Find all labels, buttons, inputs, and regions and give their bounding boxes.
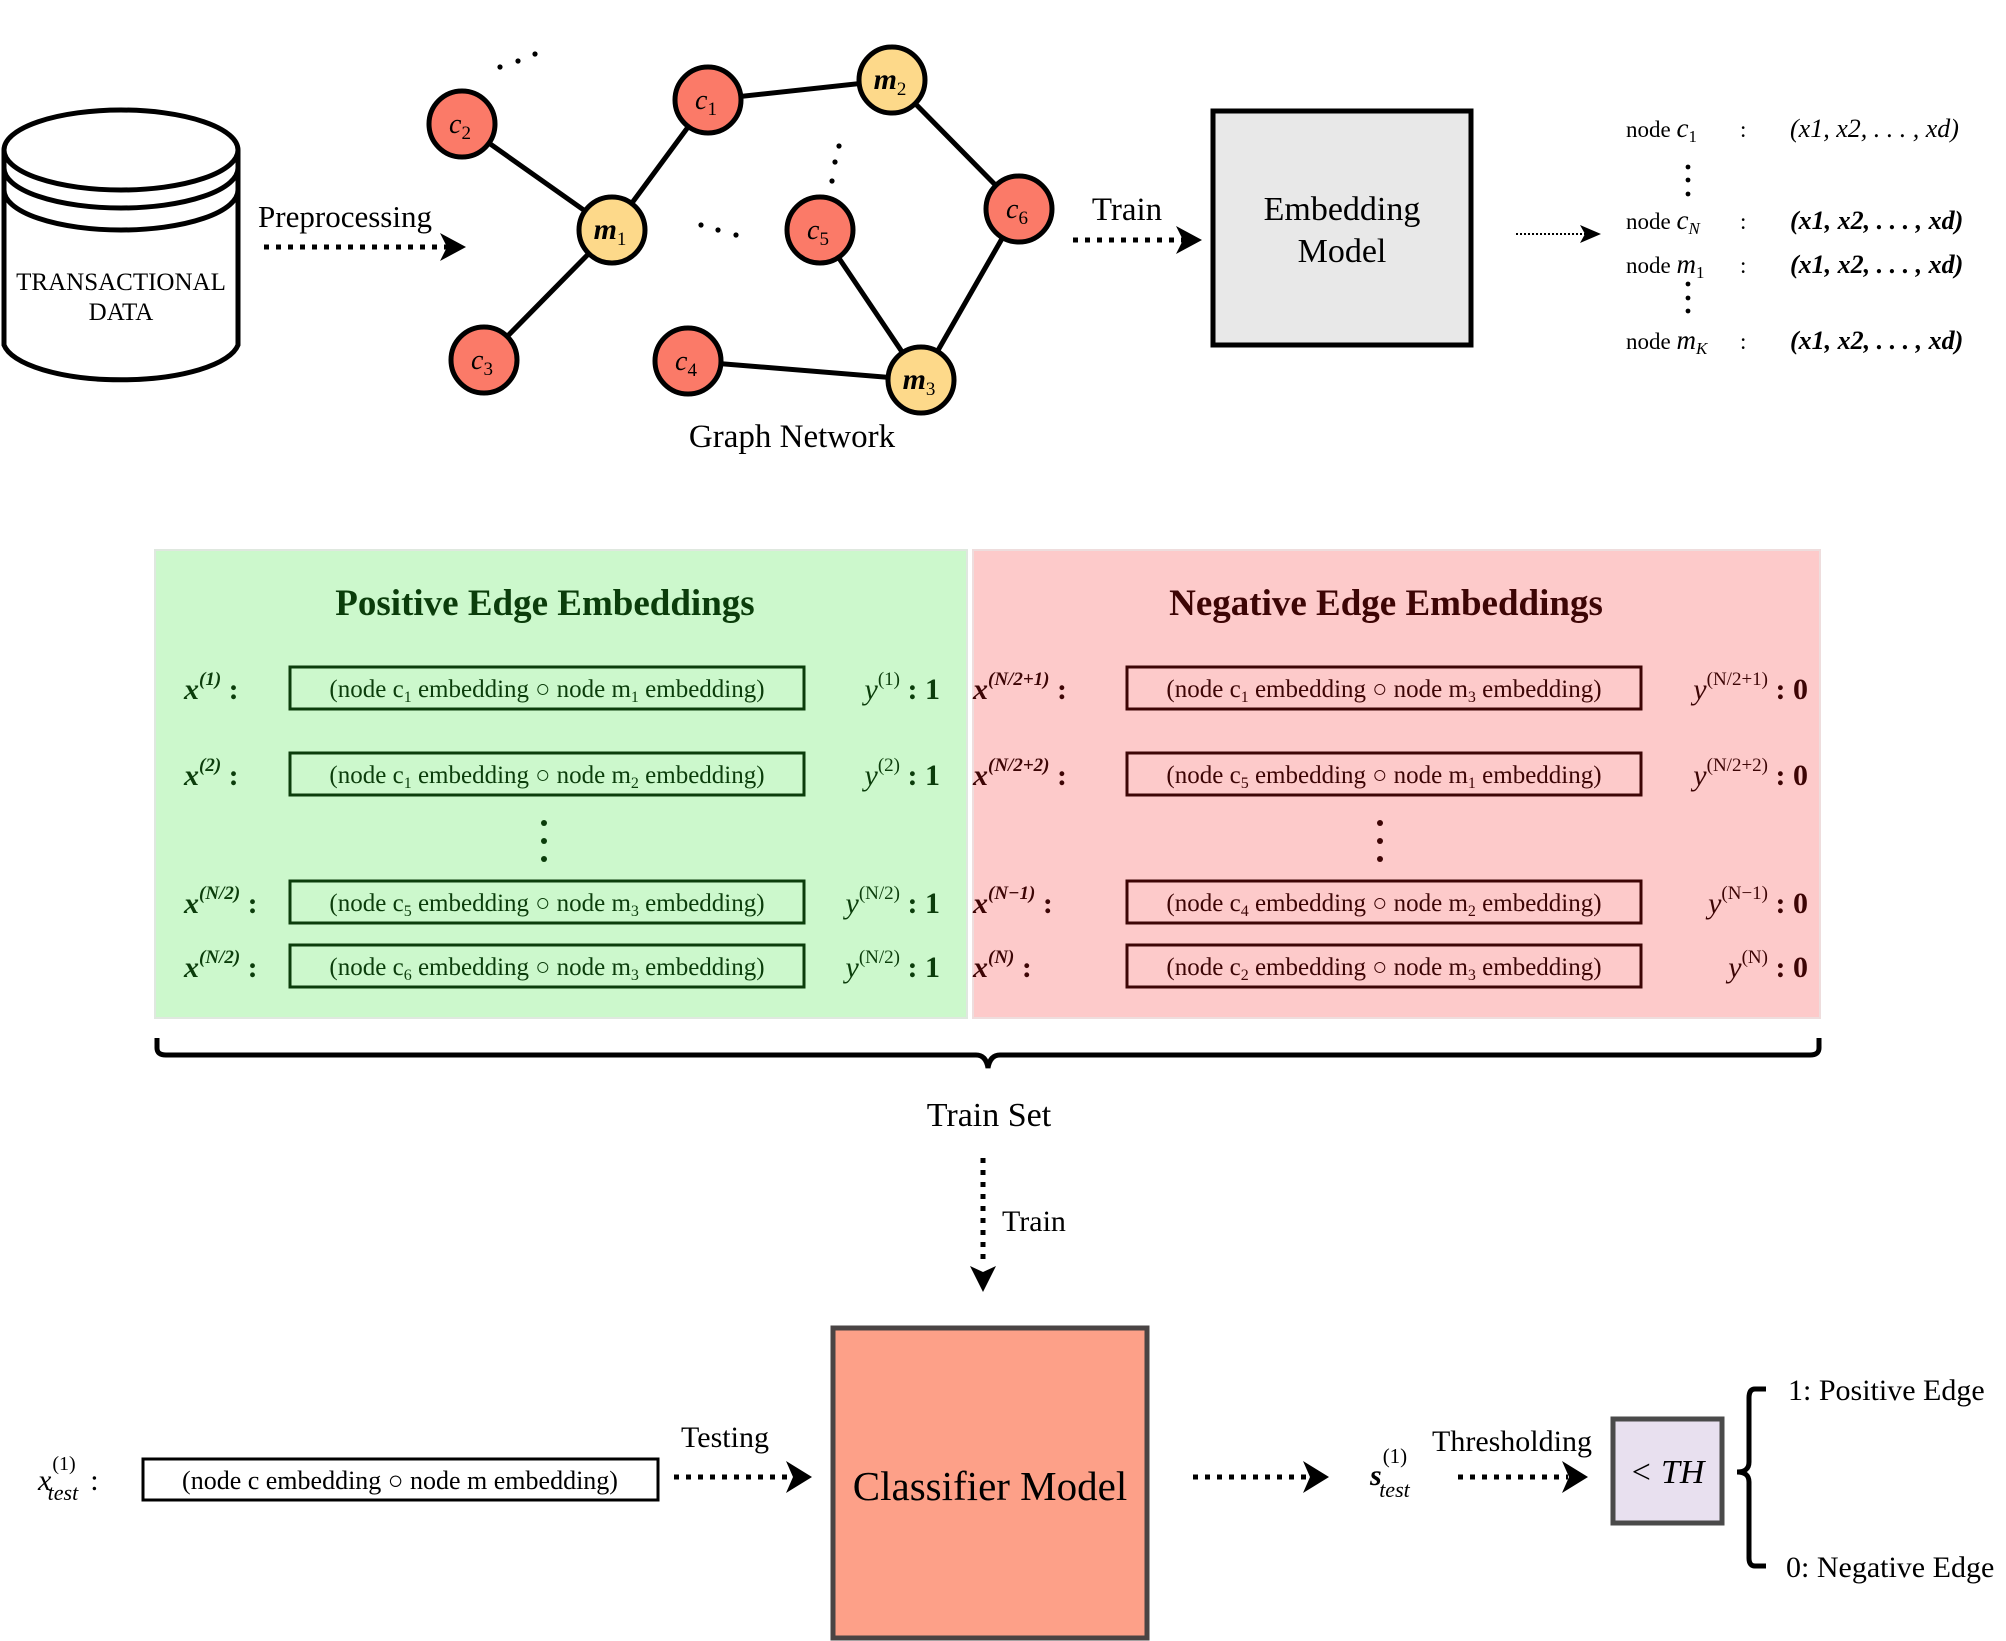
- preprocessing-arrowhead-icon: [440, 233, 466, 261]
- classifier-model-box: Classifier Model: [830, 1325, 1150, 1641]
- testing-label: Testing: [681, 1421, 769, 1454]
- edge-label-variable: y(2) : 1: [862, 755, 940, 792]
- node-embedding-node-name: node c1: [1626, 113, 1697, 146]
- pipeline-diagram: TRANSACTIONAL DATA Preprocessing c2 c1 m2 m…: [1, 44, 1994, 1641]
- thresholding-label: Thresholding: [1432, 1425, 1592, 1458]
- embedding-output-arrowhead-icon: [1580, 225, 1601, 243]
- node-list-vdots-2: [1685, 281, 1691, 314]
- embedding-model-box: Embedding Model: [1210, 108, 1474, 348]
- graph-node-m3: m3: [885, 344, 957, 416]
- test-input: x(1) test: (node c embedding ○ node m emb…: [37, 1453, 660, 1505]
- node-embedding-list: node c1: (x1, x2, . . . , xd) node cN: (x1,…: [1626, 113, 1963, 358]
- edge-embedding-text: (node c1 embedding ○ node m3 embedding): [1166, 676, 1601, 706]
- node-embedding-vector: (x1, x2, . . . , xd): [1790, 250, 1963, 279]
- graph-node-c3: c3: [448, 324, 520, 396]
- graph-nodes: c2 c1 m2 m1 c5 c6 c3 c4 m3: [426, 44, 1055, 416]
- train-label-top: Train: [1092, 192, 1162, 228]
- threshold-box: < TH: [1610, 1416, 1725, 1526]
- edge-label-variable: y(1) : 1: [862, 669, 940, 706]
- train-arrowhead-icon: [1176, 226, 1202, 254]
- edge-embedding-text: (node c2 embedding ○ node m3 embedding): [1166, 954, 1601, 984]
- train-arrow-down: Train: [970, 1158, 1066, 1292]
- edge-embedding-text: (node c5 embedding ○ node m3 embedding): [329, 890, 764, 920]
- train-arrow-top: Train: [1073, 192, 1202, 254]
- edge-embedding-text: (node c4 embedding ○ node m2 embedding): [1166, 890, 1601, 920]
- graph-network: c2 c1 m2 m1 c5 c6 c3 c4 m3 Graph Network: [426, 44, 1055, 455]
- node-embedding-vector: (x1, x2, . . . , xd): [1790, 326, 1963, 355]
- node-embedding-colon: :: [1740, 117, 1746, 142]
- graph-edges: [460, 77, 1022, 383]
- edge-embedding-text: (node c5 embedding ○ node m1 embedding): [1166, 762, 1601, 792]
- thresholding-arrowhead-icon: [1562, 1461, 1588, 1493]
- train-down-arrowhead-icon: [970, 1266, 996, 1292]
- graph-node-c2: c2: [426, 88, 498, 160]
- graph-ellipsis-middle: [698, 222, 739, 238]
- edge-embedding-text: (node c1 embedding ○ node m2 embedding): [329, 762, 764, 792]
- database-label-line1: TRANSACTIONAL: [16, 269, 226, 296]
- transactional-database-icon: TRANSACTIONAL DATA: [1, 107, 241, 383]
- node-embedding-colon: :: [1740, 209, 1746, 234]
- testing-arrow: Testing: [674, 1421, 812, 1493]
- train-set-label: Train Set: [927, 1097, 1052, 1134]
- graph-ellipsis-vertical: [829, 143, 842, 184]
- database-label-line2: DATA: [89, 299, 154, 326]
- test-input-variable: x(1) test:: [37, 1453, 99, 1505]
- output-brace: [1736, 1386, 1766, 1569]
- edge-embedding-text: (node c1 embedding ○ node m1 embedding): [329, 676, 764, 706]
- node-embedding-node-name: node cN: [1626, 205, 1701, 238]
- preprocessing-arrow: Preprocessing: [258, 199, 466, 261]
- node-embedding-colon: :: [1740, 329, 1746, 354]
- node-embedding-node-name: node mK: [1626, 325, 1709, 358]
- node-embedding-colon: :: [1740, 253, 1746, 278]
- graph-node-c1: c1: [672, 64, 744, 136]
- node-embedding-vector: (x1, x2, . . . , xd): [1790, 114, 1959, 143]
- train-label-down: Train: [1002, 1205, 1066, 1238]
- output-positive-edge: 1: Positive Edge: [1788, 1374, 1985, 1407]
- test-score-variable: s(1) test: [1369, 1444, 1411, 1502]
- preprocessing-label: Preprocessing: [258, 199, 432, 234]
- embedding-model-label-line2: Model: [1298, 233, 1387, 270]
- embedding-output-arrow: [1516, 225, 1601, 243]
- node-embedding-row: node mK: (x1, x2, . . . , xd): [1626, 325, 1963, 358]
- node-list-vdots-1: [1685, 164, 1691, 197]
- train-set-brace: [154, 1038, 1822, 1069]
- score-arrowhead-icon: [1303, 1461, 1329, 1493]
- negative-panel-title: Negative Edge Embeddings: [1169, 583, 1603, 624]
- edge-embedding-text: (node c6 embedding ○ node m3 embedding): [329, 954, 764, 984]
- graph-ellipsis-top: [497, 51, 538, 70]
- graph-caption: Graph Network: [689, 419, 896, 455]
- embedding-model-label-line1: Embedding: [1264, 191, 1421, 228]
- testing-arrowhead-icon: [786, 1461, 812, 1493]
- positive-panel-title: Positive Edge Embeddings: [335, 583, 754, 624]
- node-embedding-row: node c1: (x1, x2, . . . , xd): [1626, 113, 1959, 146]
- score-arrow: [1193, 1461, 1329, 1493]
- test-input-embedding-text: (node c embedding ○ node m embedding): [182, 1466, 618, 1495]
- graph-node-c4: c4: [652, 325, 724, 397]
- node-embedding-row: node cN: (x1, x2, . . . , xd): [1626, 205, 1963, 238]
- thresholding-arrow: Thresholding: [1432, 1425, 1592, 1493]
- node-embedding-vector: (x1, x2, . . . , xd): [1790, 206, 1963, 235]
- node-embedding-node-name: node m1: [1626, 249, 1704, 282]
- threshold-label: < TH: [1630, 1454, 1707, 1491]
- graph-node-c6: c6: [983, 173, 1055, 245]
- graph-node-m1: m1: [576, 194, 648, 266]
- output-negative-edge: 0: Negative Edge: [1786, 1551, 1994, 1584]
- classifier-model-label: Classifier Model: [853, 1463, 1127, 1509]
- graph-node-m2: m2: [856, 44, 928, 116]
- node-embedding-row: node m1: (x1, x2, . . . , xd): [1626, 249, 1963, 282]
- graph-node-c5: c5: [784, 194, 856, 266]
